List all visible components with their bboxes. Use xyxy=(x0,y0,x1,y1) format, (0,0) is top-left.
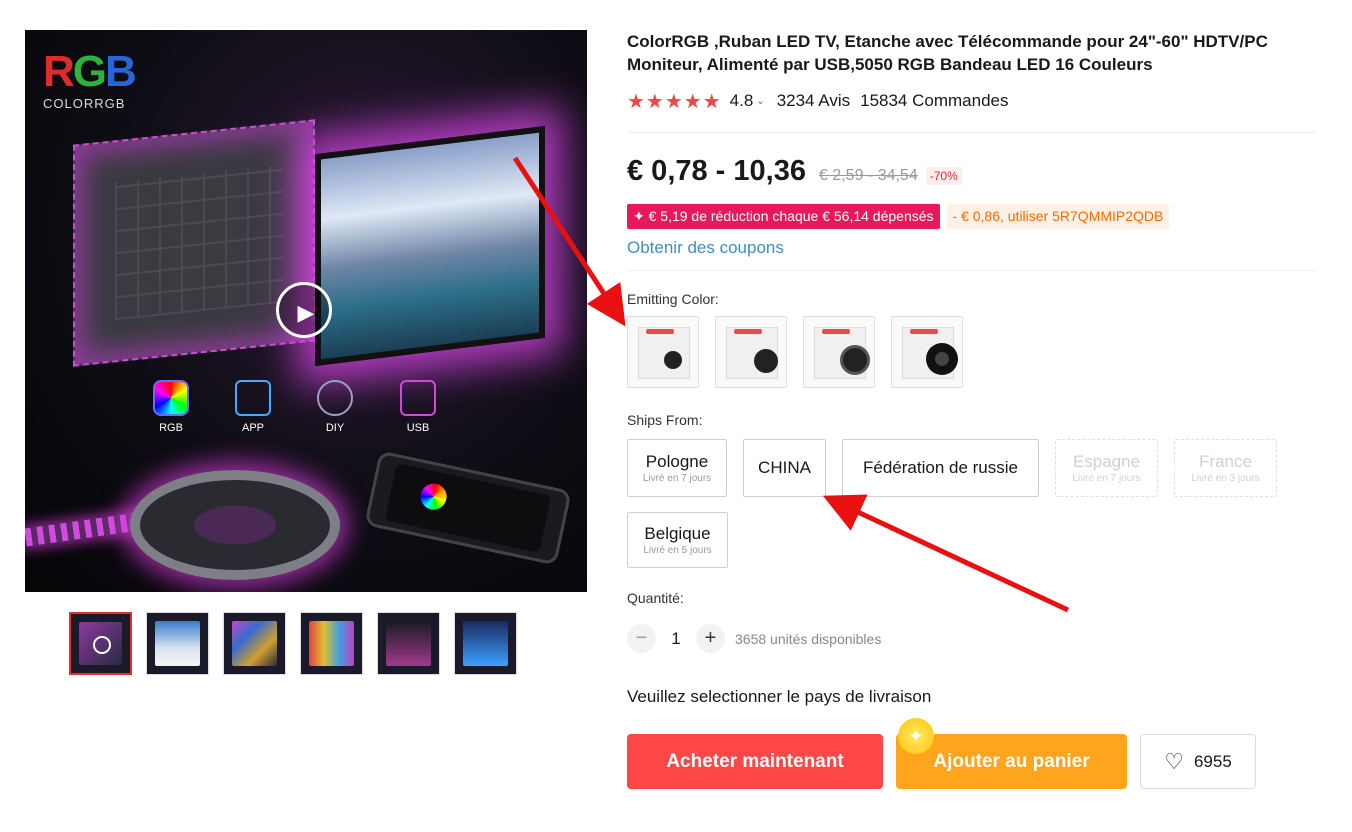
ship-option-name: CHINA xyxy=(758,458,811,477)
heart-icon: ♡ xyxy=(1164,748,1184,774)
thumbnail-2[interactable] xyxy=(146,612,209,675)
product-title: ColorRGB ,Ruban LED TV, Etanche avec Tél… xyxy=(627,32,1268,74)
ships-from-options: Pologne Livré en 7 jours CHINA Fédératio… xyxy=(627,439,1307,568)
discount-badge: -70% xyxy=(925,167,962,185)
feature-rgb: RGB xyxy=(151,380,191,434)
ship-option-russie[interactable]: Fédération de russie xyxy=(842,439,1039,497)
quantity-value[interactable]: 1 xyxy=(656,629,696,649)
add-to-cart-label: Ajouter au panier xyxy=(933,750,1090,772)
feature-usb: USB xyxy=(398,380,438,434)
coupon-code-badge[interactable]: - € 0,86, utiliser 5R7QMMIP2QDB xyxy=(946,204,1170,229)
wishlist-count: 6955 xyxy=(1193,751,1232,771)
rating-score[interactable]: 4.8 xyxy=(730,91,754,111)
store-promo-badge[interactable]: ✦ € 5,19 de réduction chaque € 56,14 dép… xyxy=(627,204,940,229)
brand-logo: RGB COLORRGB xyxy=(43,47,137,112)
thumbnail-5[interactable] xyxy=(377,612,440,675)
feature-label: USB xyxy=(406,422,430,434)
ship-option-name: Belgique xyxy=(644,524,711,543)
chevron-down-icon[interactable]: ⌄ xyxy=(756,96,764,107)
price-row: € 0,78 - 10,36 € 2,59 - 34,54 -70% xyxy=(627,155,1317,188)
feature-app: APP xyxy=(233,380,273,434)
tv-front-illustration xyxy=(315,125,545,367)
thumbnail-6[interactable] xyxy=(454,612,517,675)
ship-option-delivery: Livré en 5 jours xyxy=(643,545,712,556)
main-product-image[interactable]: RGB COLORRGB ▶ RGB APP DIY USB xyxy=(25,30,587,592)
palette-icon xyxy=(317,380,353,416)
ship-option-belgique[interactable]: Belgique Livré en 5 jours xyxy=(627,512,728,568)
shipping-country-note: Veuillez selectionner le pays de livrais… xyxy=(627,687,932,706)
ship-option-espagne[interactable]: Espagne Livré en 7 jours xyxy=(1055,439,1158,497)
play-video-icon[interactable]: ▶ xyxy=(276,282,332,338)
quantity-label: Quantité: xyxy=(627,590,684,606)
app-icon xyxy=(235,380,271,416)
color-option-2[interactable] xyxy=(715,316,787,388)
ship-option-pologne[interactable]: Pologne Livré en 7 jours xyxy=(627,439,727,497)
ship-option-france[interactable]: France Livré en 3 jours xyxy=(1174,439,1277,497)
ship-option-name: Pologne xyxy=(645,452,709,471)
divider xyxy=(627,270,1317,271)
quantity-plus-button[interactable]: + xyxy=(696,624,725,653)
feature-label: DIY xyxy=(325,422,345,434)
ship-option-delivery: Livré en 7 jours xyxy=(642,473,712,484)
ship-option-name: France xyxy=(1199,452,1252,471)
ship-option-delivery: Livré en 3 jours xyxy=(1191,473,1260,484)
reviews-count[interactable]: 3234 Avis xyxy=(777,91,850,111)
rating-stars-icon: ★★★★★ xyxy=(627,90,722,113)
add-to-cart-button[interactable]: ✦ Ajouter au panier xyxy=(896,718,1127,789)
current-price: € 0,78 - 10,36 xyxy=(627,155,806,187)
buy-now-button[interactable]: Acheter maintenant xyxy=(627,734,883,789)
available-units: 3658 unités disponibles xyxy=(735,630,882,647)
usb-icon xyxy=(400,380,436,416)
brand-logo-mark: RGB xyxy=(43,47,137,96)
product-info: ColorRGB ,Ruban LED TV, Etanche avec Tél… xyxy=(627,30,1317,789)
ship-option-name: Fédération de russie xyxy=(863,458,1018,477)
wishlist-button[interactable]: ♡ 6955 xyxy=(1140,734,1256,789)
feature-label: RGB xyxy=(159,422,183,434)
ship-option-delivery: Livré en 7 jours xyxy=(1072,473,1141,484)
thumbnail-1[interactable] xyxy=(69,612,132,675)
feature-diy: DIY xyxy=(315,380,355,434)
ships-from-label: Ships From: xyxy=(627,412,703,428)
ship-option-china[interactable]: CHINA xyxy=(743,439,826,497)
color-option-3[interactable] xyxy=(803,316,875,388)
thumbnail-3[interactable] xyxy=(223,612,286,675)
action-buttons: Acheter maintenant ✦ Ajouter au panier ♡… xyxy=(627,718,1317,789)
led-reel-illustration xyxy=(130,470,340,580)
phone-illustration xyxy=(364,450,572,566)
color-wheel-icon xyxy=(153,380,189,416)
get-coupons-link[interactable]: Obtenir des coupons xyxy=(627,238,784,258)
color-option-4[interactable] xyxy=(891,316,963,388)
brand-name: COLORRGB xyxy=(43,96,126,111)
original-price: € 2,59 - 34,54 xyxy=(818,167,918,184)
feature-label: APP xyxy=(241,422,264,434)
quantity-minus-button[interactable]: − xyxy=(627,624,656,653)
color-option-1[interactable] xyxy=(627,316,699,388)
promo-row: ✦ € 5,19 de réduction chaque € 56,14 dép… xyxy=(627,204,1317,229)
coin-badge-icon: ✦ xyxy=(898,718,934,754)
ship-option-name: Espagne xyxy=(1072,452,1141,471)
thumbnail-strip xyxy=(69,612,517,675)
divider xyxy=(627,132,1317,133)
orders-count: 15834 Commandes xyxy=(860,91,1009,110)
rating-row: ★★★★★ 4.8 ⌄ 3234 Avis 15834 Commandes xyxy=(627,90,1317,113)
emitting-color-label: Emitting Color: xyxy=(627,291,719,307)
color-swatches xyxy=(627,316,1317,388)
quantity-stepper: − 1 + 3658 unités disponibles xyxy=(627,624,1317,653)
thumbnail-4[interactable] xyxy=(300,612,363,675)
play-icon xyxy=(93,636,111,654)
tv-back-illustration xyxy=(73,119,315,367)
